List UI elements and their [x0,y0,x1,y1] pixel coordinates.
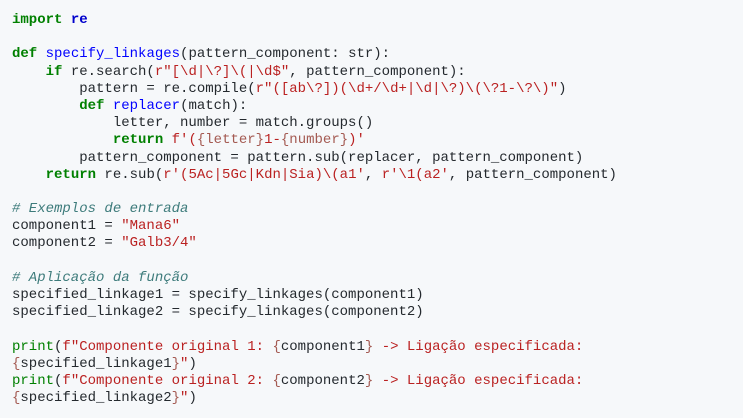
code-line: print(f"Componente original 1: {componen… [12,339,617,356]
code-line: {specified_linkage1}") [12,356,617,373]
code-token: pattern_component = pattern.sub(replacer… [12,149,584,166]
code-line: component1 = "Mana6" [12,218,617,235]
code-token: r"([ab\?])(\d+/\d+|\d|\?)\(\?1-\?\)" [255,80,559,97]
code-token: {number} [280,132,349,149]
code-token: "Galb3/4" [121,235,197,252]
code-line: pattern = re.compile(r"([ab\?])(\d+/\d+|… [12,81,617,98]
code-line: specified_linkage2 = specify_linkages(co… [12,304,617,321]
code-token: replacer [112,97,181,114]
code-token: component2 [280,372,365,389]
code-block: import re def specify_linkages(pattern_c… [0,0,743,418]
code-token: -> Ligação especificada: [373,372,584,389]
code-token: , pattern_component) [448,166,617,183]
code-token: f"Componente original 2: [62,372,273,389]
code-token: 1- [264,132,281,149]
code-token: print [12,372,55,389]
code-line: return f'({letter}1-{number})' [12,132,617,149]
code-token: , [364,166,382,183]
code-line: letter, number = match.groups() [12,115,617,132]
code-token: re.sub( [96,166,164,183]
code-line: if re.search(r"[\d|\?]\(|\d$", pattern_c… [12,64,617,81]
code-token: "Mana6" [121,218,181,235]
code-token: specified_linkage2 [20,390,172,407]
code-token: -> Ligação especificada: [373,338,584,355]
code-token: ) [558,80,567,97]
code-token: re [70,12,88,28]
code-token: def [79,97,105,114]
code-token: {letter} [196,132,265,149]
code-token: pattern = re.compile( [12,80,256,97]
code-token: return [112,132,164,149]
code-token: ) [188,390,197,407]
code-token: (pattern_component: str): [180,46,391,63]
code-token: return [45,166,97,183]
code-token: # Aplicação da função [12,269,189,286]
code-token: re.search( [62,63,155,80]
code-listing: import re def specify_linkages(pattern_c… [12,12,617,407]
code-token: def [12,46,38,63]
code-line: # Exemplos de entrada [12,201,617,218]
code-line: def replacer(match): [12,98,617,115]
code-token: } [171,390,181,407]
code-token: component2 = [12,235,122,252]
code-token: ) [188,355,197,372]
code-token: { [272,338,281,355]
code-line: print(f"Componente original 2: {componen… [12,373,617,390]
code-line: component2 = "Galb3/4" [12,235,617,252]
code-token: import [12,12,63,28]
code-token: print [12,338,55,355]
code-line: # Aplicação da função [12,270,617,287]
code-token: r"[\d|\?]\(|\d$" [154,63,290,80]
code-token: , pattern_component): [289,63,466,80]
code-token: f'( [171,132,197,149]
code-token: component1 = [12,218,122,235]
code-token: # Exemplos de entrada [12,201,189,218]
code-token: letter, number = match.groups() [12,115,374,132]
code-token: if [45,63,63,80]
code-token: specified_linkage2 = specify_linkages(co… [12,304,424,321]
code-token: specify_linkages [45,46,181,63]
code-token: f"Componente original 1: [62,338,273,355]
code-line: {specified_linkage2}") [12,390,617,407]
code-token: r'(5Ac|5Gc|Kdn|Sia)\(a1' [163,166,365,183]
code-line: pattern_component = pattern.sub(replacer… [12,150,617,167]
code-token: component1 [280,338,365,355]
code-token: r'\1(a2' [381,166,449,183]
code-line: return re.sub(r'(5Ac|5Gc|Kdn|Sia)\(a1' , … [12,167,617,184]
code-line: def specify_linkages(pattern_component: … [12,46,617,63]
code-line: import re [12,12,617,29]
code-line: specified_linkage1 = specify_linkages(co… [12,287,617,304]
code-token: specified_linkage1 = specify_linkages(co… [12,287,424,303]
code-token: specified_linkage1 [20,355,172,372]
code-token: } [171,355,181,372]
code-token: (match): [180,97,248,114]
code-token: { [272,372,281,389]
code-token: )' [348,132,365,149]
